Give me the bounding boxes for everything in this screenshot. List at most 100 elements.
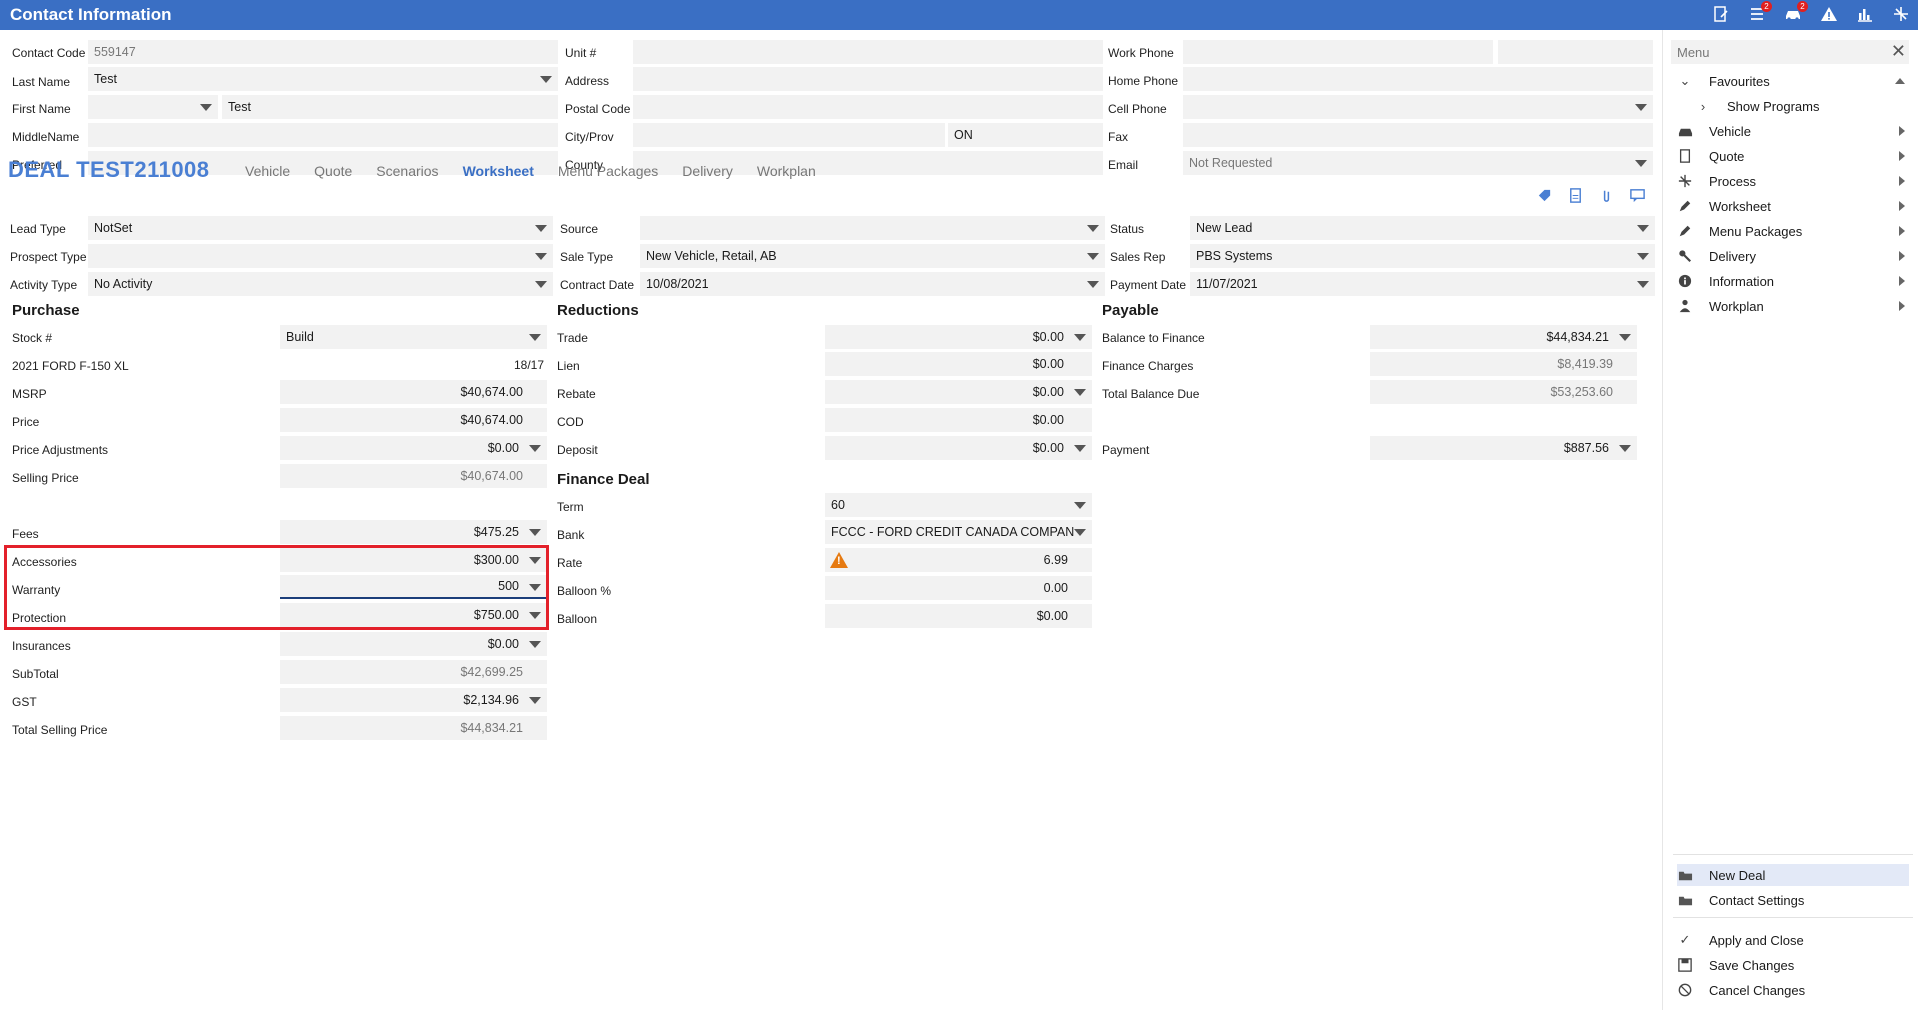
sidebar-item-quote[interactable]: Quote [1677,145,1907,167]
name-prefix-select[interactable] [88,95,218,119]
chevron-down-icon[interactable] [540,76,552,83]
new-deal-button[interactable]: New Deal [1677,864,1909,886]
car-icon[interactable]: 2 [1782,1,1808,25]
tab-worksheet[interactable]: Worksheet [463,163,534,179]
chevron-down-icon[interactable] [1635,104,1647,111]
tab-scenarios[interactable]: Scenarios [376,163,438,179]
prospect-type-select[interactable] [88,244,553,268]
fees-field[interactable]: $475.25 [280,520,547,544]
close-icon[interactable]: ✕ [1891,42,1906,60]
warning-icon[interactable] [1818,3,1840,25]
chevron-down-icon[interactable] [535,253,547,260]
chevron-down-icon[interactable] [1637,253,1649,260]
sidebar-item-worksheet[interactable]: Worksheet [1677,195,1907,217]
chevron-down-icon[interactable] [1087,281,1099,288]
tab-workplan[interactable]: Workplan [757,163,816,179]
price-field[interactable]: $40,674.00 [280,408,547,432]
address-field[interactable] [633,67,1103,91]
chevron-down-icon[interactable] [529,641,541,648]
source-select[interactable] [640,216,1105,240]
term-select[interactable]: 60 [825,493,1092,517]
payment-date-field[interactable]: 11/07/2021 [1190,272,1655,296]
bank-select[interactable]: FCCC - FORD CREDIT CANADA COMPAN [825,520,1092,544]
chevron-down-icon[interactable] [1619,445,1631,452]
tab-delivery[interactable]: Delivery [682,163,733,179]
middle-name-field[interactable] [88,123,558,147]
chevron-down-icon[interactable] [1087,253,1099,260]
warning-icon[interactable]: ! [830,552,848,568]
work-phone-ext-field[interactable] [1498,40,1653,64]
chevron-down-icon[interactable] [1074,445,1086,452]
attachment-icon[interactable] [1598,187,1615,204]
tab-quote[interactable]: Quote [314,163,352,179]
stock-select[interactable]: Build [280,325,547,349]
sidebar-item-favourites[interactable]: ⌄ Favourites [1677,70,1907,92]
balloon-field[interactable]: $0.00 [825,604,1092,628]
contract-date-field[interactable]: 10/08/2021 [640,272,1105,296]
chart-icon[interactable] [1854,3,1876,25]
sale-type-select[interactable]: New Vehicle, Retail, AB [640,244,1105,268]
lien-field[interactable]: $0.00 [825,352,1092,376]
comment-icon[interactable] [1629,187,1646,204]
sidebar-item-process[interactable]: Process [1677,170,1907,192]
process-icon[interactable] [1890,3,1912,25]
chevron-down-icon[interactable] [535,281,547,288]
chevron-down-icon[interactable] [529,529,541,536]
home-phone-field[interactable] [1183,67,1653,91]
tab-vehicle[interactable]: Vehicle [245,163,290,179]
rebate-field[interactable]: $0.00 [825,380,1092,404]
activity-type-select[interactable]: No Activity [88,272,553,296]
chevron-down-icon[interactable] [1074,389,1086,396]
trade-field[interactable]: $0.00 [825,325,1092,349]
apply-close-button[interactable]: ✓ Apply and Close [1677,929,1909,951]
gst-field[interactable]: $2,134.96 [280,688,547,712]
work-phone-field[interactable] [1183,40,1493,64]
payment-field[interactable]: $887.56 [1370,436,1637,460]
sidebar-item-delivery[interactable]: Delivery [1677,245,1907,267]
deposit-field[interactable]: $0.00 [825,436,1092,460]
chevron-down-icon[interactable] [1637,225,1649,232]
rate-field[interactable]: 6.99 [825,548,1092,572]
contact-settings-button[interactable]: Contact Settings [1677,889,1909,911]
msrp-field[interactable]: $40,674.00 [280,380,547,404]
status-select[interactable]: New Lead [1190,216,1655,240]
last-name-field[interactable]: Test [88,67,558,91]
balloon-pct-field[interactable]: 0.00 [825,576,1092,600]
save-changes-button[interactable]: Save Changes [1677,954,1909,976]
chevron-down-icon[interactable] [1087,225,1099,232]
email-field[interactable]: Not Requested [1183,151,1653,175]
edit-document-icon[interactable] [1710,3,1732,25]
cod-field[interactable]: $0.00 [825,408,1092,432]
chevron-down-icon[interactable] [1074,334,1086,341]
price-adjustments-field[interactable]: $0.00 [280,436,547,460]
sidebar-item-vehicle[interactable]: Vehicle [1677,120,1907,142]
sidebar-item-show-programs[interactable]: › Show Programs [1695,95,1918,117]
menu-search-input[interactable]: Menu [1671,40,1909,64]
insurances-field[interactable]: $0.00 [280,632,547,656]
sidebar-item-information[interactable]: Information [1677,270,1907,292]
sidebar-item-menu-packages[interactable]: Menu Packages [1677,220,1907,242]
unit-field[interactable] [633,40,1103,64]
chevron-down-icon[interactable] [535,225,547,232]
chevron-down-icon[interactable] [1635,160,1647,167]
lead-type-select[interactable]: NotSet [88,216,553,240]
chevron-down-icon[interactable] [1637,281,1649,288]
chevron-down-icon[interactable] [200,104,212,111]
balance-to-finance-field[interactable]: $44,834.21 [1370,325,1637,349]
list-icon[interactable]: 2 [1746,1,1772,25]
tag-icon[interactable] [1536,187,1553,204]
chevron-down-icon[interactable] [1074,502,1086,509]
chevron-down-icon[interactable] [1619,334,1631,341]
chevron-down-icon[interactable] [529,697,541,704]
sidebar-item-workplan[interactable]: Workplan [1677,295,1907,317]
chevron-down-icon[interactable] [529,334,541,341]
chevron-down-icon[interactable] [1074,529,1086,536]
sales-rep-select[interactable]: PBS Systems [1190,244,1655,268]
postal-code-field[interactable] [633,95,1103,119]
tab-menu-packages[interactable]: Menu Packages [558,163,658,179]
contact-code-field[interactable]: 559147 [88,40,558,64]
prov-field[interactable]: ON [948,123,1103,147]
cell-phone-field[interactable] [1183,95,1653,119]
first-name-field[interactable]: Test [222,95,558,119]
city-field[interactable] [633,123,945,147]
